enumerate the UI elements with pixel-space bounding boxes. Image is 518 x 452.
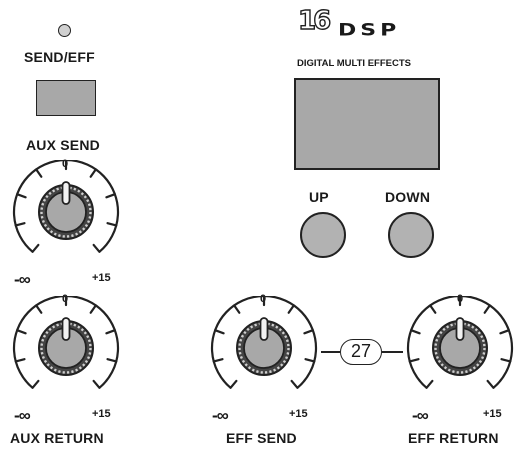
- down-button[interactable]: [388, 212, 434, 258]
- send-eff-label: SEND/EFF: [24, 49, 95, 65]
- eff-send-scale-max: +15: [289, 408, 308, 420]
- eff-send-knob[interactable]: [202, 294, 326, 404]
- dsp-logo: 16 DSP: [297, 6, 438, 58]
- dsp-logo-text: DSP: [338, 20, 401, 40]
- eff-return-knob[interactable]: [398, 294, 518, 404]
- dsp-display-screen: [294, 78, 440, 170]
- aux-return-label: AUX RETURN: [10, 430, 104, 446]
- mixer-panel: { "send_eff": { "label": "SEND/EFF" }, "…: [0, 0, 518, 452]
- aux-send-scale-max: +15: [92, 272, 111, 284]
- aux-return-knob[interactable]: [4, 294, 128, 404]
- dsp-logo-number: 16: [297, 6, 332, 36]
- dsp-subtitle: DIGITAL MULTI EFFECTS: [297, 58, 411, 69]
- eff-return-label: EFF RETURN: [408, 430, 499, 446]
- eff-return-scale-min: -∞: [412, 406, 429, 425]
- send-eff-led-indicator: [58, 24, 71, 37]
- aux-return-scale-min: -∞: [14, 406, 31, 425]
- send-eff-button[interactable]: [36, 80, 96, 116]
- connector-line-left: [321, 351, 340, 353]
- up-button[interactable]: [300, 212, 346, 258]
- aux-send-label: AUX SEND: [26, 137, 100, 153]
- aux-send-scale-min: -∞: [14, 270, 31, 289]
- reference-number-badge: 27: [340, 339, 382, 365]
- aux-return-scale-max: +15: [92, 408, 111, 420]
- aux-send-knob[interactable]: [4, 158, 128, 268]
- eff-send-label: EFF SEND: [226, 430, 297, 446]
- down-label: DOWN: [385, 189, 431, 205]
- eff-return-scale-max: +15: [483, 408, 502, 420]
- up-label: UP: [309, 189, 329, 205]
- eff-send-scale-min: -∞: [212, 406, 229, 425]
